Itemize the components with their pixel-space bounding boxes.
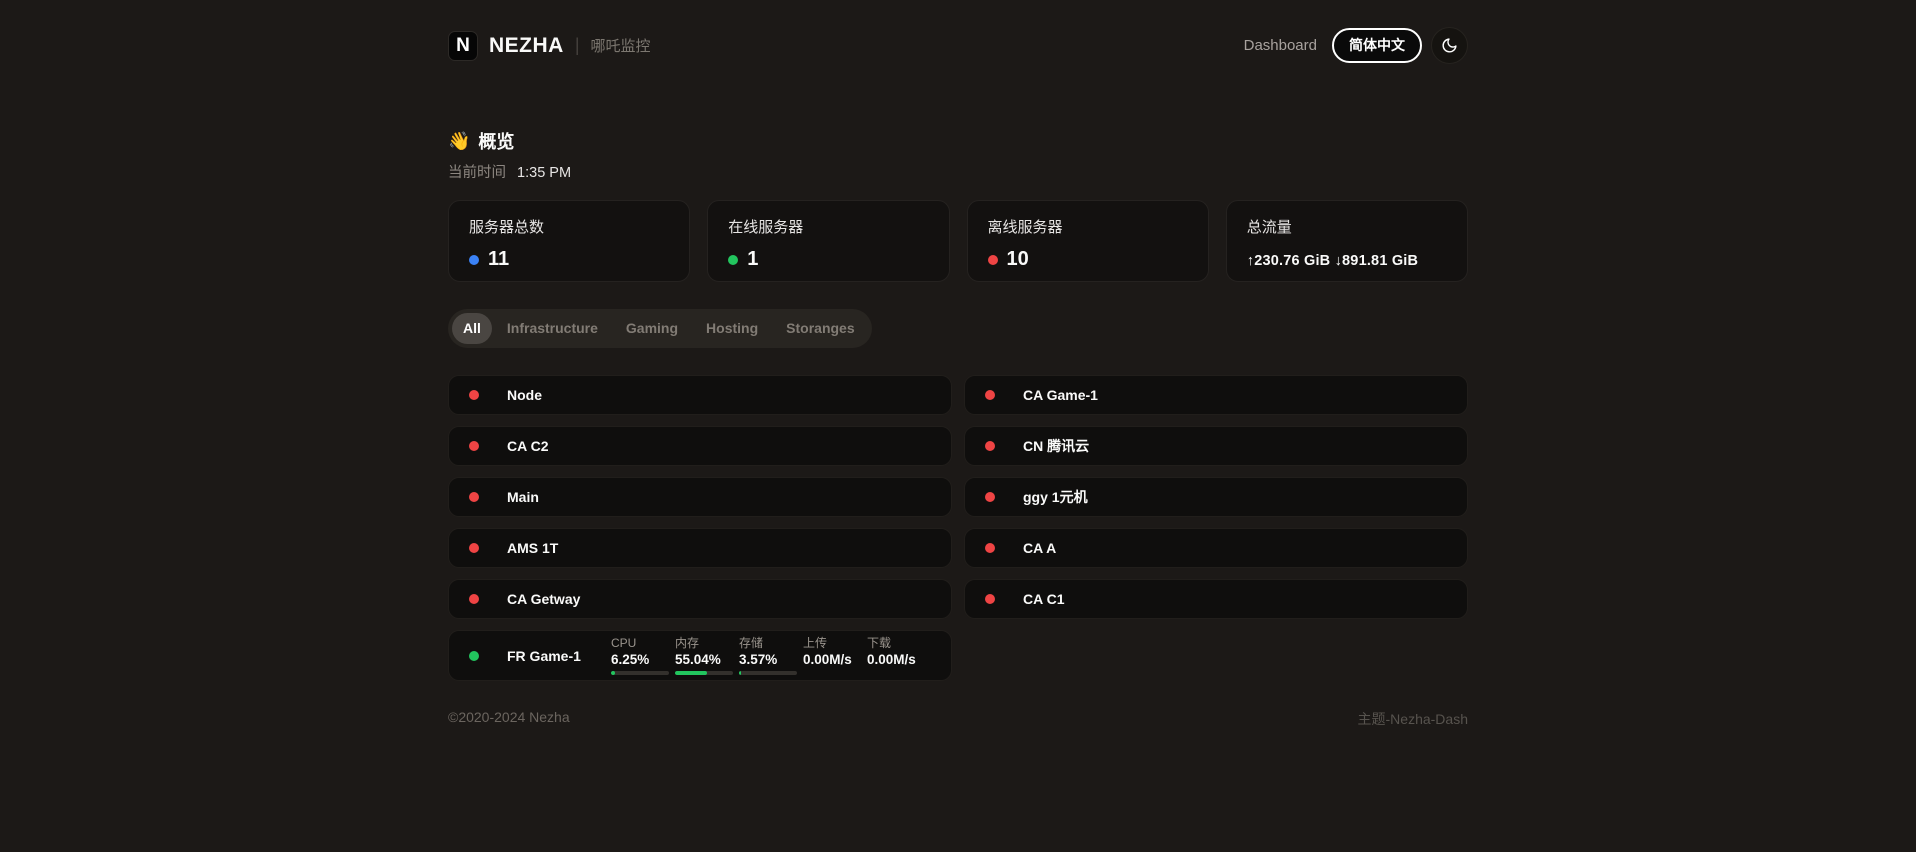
memory-value: 55.04% [675, 652, 739, 668]
header-actions: Dashboard 简体中文 [1244, 27, 1468, 64]
server-name: CA C1 [1023, 591, 1065, 607]
nezha-logo: N [448, 31, 478, 61]
status-dot [469, 543, 479, 553]
brand-group: N NEZHA | 哪吒监控 [448, 31, 651, 61]
traffic-value: ↑230.76 GiB ↓891.81 GiB [1247, 253, 1447, 269]
offline-dot [988, 255, 998, 265]
stat-card-offline-servers: 离线服务器 10 [967, 200, 1209, 282]
upload-label: 上传 [803, 637, 867, 651]
server-name: FR Game-1 [507, 648, 581, 664]
online-dot [728, 255, 738, 265]
dashboard-link[interactable]: Dashboard [1244, 37, 1317, 54]
tab-gaming[interactable]: Gaming [613, 313, 691, 344]
stat-card-value: 11 [488, 248, 509, 271]
server-column-right: CA Game-1 CN 腾讯云 ggy 1元机 CA A CA C1 [964, 375, 1468, 681]
stat-card-label: 总流量 [1247, 216, 1447, 237]
status-dot [469, 390, 479, 400]
server-name: ggy 1元机 [1023, 487, 1088, 507]
server-name: CN 腾讯云 [1023, 436, 1089, 456]
server-name: CA Game-1 [1023, 387, 1098, 403]
storage-bar [739, 671, 797, 675]
cpu-stat: CPU 6.25% [611, 637, 675, 675]
theme-toggle-button[interactable] [1431, 27, 1468, 64]
upload-stat: 上传 0.00M/s [803, 637, 867, 675]
server-row-ca-c2[interactable]: CA C2 [448, 426, 952, 466]
server-row-ca-c1[interactable]: CA C1 [964, 579, 1468, 619]
stat-card-value: 1 [747, 248, 758, 271]
wave-emoji: 👋 [448, 131, 470, 152]
brand-separator: | [575, 35, 580, 56]
page-title: 👋 概览 [448, 128, 1468, 154]
download-stat: 下载 0.00M/s [867, 637, 931, 675]
time-label: 当前时间 [448, 165, 506, 181]
status-dot [985, 543, 995, 553]
storage-stat: 存储 3.57% [739, 637, 803, 675]
stat-card-total-traffic: 总流量 ↑230.76 GiB ↓891.81 GiB [1226, 200, 1468, 282]
copyright-text: ©2020-2024 Nezha [448, 709, 570, 729]
server-row-fr-game-1[interactable]: FR Game-1 CPU 6.25% 内存 55.04% 存储 3.57% [448, 630, 952, 681]
download-label: 下载 [867, 637, 931, 651]
server-name: Node [507, 387, 542, 403]
upload-value: 0.00M/s [803, 652, 867, 668]
stat-card-label: 在线服务器 [728, 216, 928, 237]
memory-label: 内存 [675, 637, 739, 651]
stat-card-label: 服务器总数 [469, 216, 669, 237]
stat-cards: 服务器总数 11 在线服务器 1 离线服务器 10 总流量 ↑230.76 Gi… [448, 200, 1468, 282]
status-dot [985, 390, 995, 400]
theme-link[interactable]: 主题-Nezha-Dash [1358, 709, 1468, 729]
tab-hosting[interactable]: Hosting [693, 313, 771, 344]
server-name: AMS 1T [507, 540, 558, 556]
status-dot [469, 651, 479, 661]
cpu-label: CPU [611, 637, 675, 651]
server-list: Node CA C2 Main AMS 1T CA Getway FR Game… [448, 375, 1468, 681]
status-dot [469, 594, 479, 604]
time-value: 1:35 PM [517, 165, 571, 181]
header: N NEZHA | 哪吒监控 Dashboard 简体中文 [448, 0, 1468, 64]
logo-letter: N [456, 35, 470, 57]
server-row-ggy[interactable]: ggy 1元机 [964, 477, 1468, 517]
status-dot [985, 441, 995, 451]
current-time: 当前时间 1:35 PM [448, 161, 1468, 182]
total-dot [469, 255, 479, 265]
page-title-text: 概览 [478, 128, 514, 154]
language-button[interactable]: 简体中文 [1332, 28, 1422, 63]
stat-card-online-servers: 在线服务器 1 [707, 200, 949, 282]
server-name: Main [507, 489, 539, 505]
memory-bar [675, 671, 733, 675]
memory-stat: 内存 55.04% [675, 637, 739, 675]
tab-infrastructure[interactable]: Infrastructure [494, 313, 611, 344]
stat-card-total-servers: 服务器总数 11 [448, 200, 690, 282]
server-name: CA Getway [507, 591, 580, 607]
storage-label: 存储 [739, 637, 803, 651]
server-row-ca-a[interactable]: CA A [964, 528, 1468, 568]
status-dot [469, 441, 479, 451]
server-row-ca-game-1[interactable]: CA Game-1 [964, 375, 1468, 415]
group-tabbar: All Infrastructure Gaming Hosting Storan… [448, 309, 872, 348]
server-row-main[interactable]: Main [448, 477, 952, 517]
status-dot [469, 492, 479, 502]
brand-subtitle: 哪吒监控 [591, 35, 651, 56]
brand-title: NEZHA [489, 34, 564, 58]
moon-icon [1441, 37, 1458, 54]
stat-card-value: 10 [1007, 248, 1029, 271]
server-stats: CPU 6.25% 内存 55.04% 存储 3.57% [611, 637, 931, 675]
overview-section: 👋 概览 当前时间 1:35 PM [448, 128, 1468, 182]
server-row-ams-1t[interactable]: AMS 1T [448, 528, 952, 568]
download-value: 0.00M/s [867, 652, 931, 668]
tab-storanges[interactable]: Storanges [773, 313, 867, 344]
server-name: CA C2 [507, 438, 549, 454]
tab-all[interactable]: All [452, 313, 492, 344]
stat-card-label: 离线服务器 [988, 216, 1188, 237]
server-row-cn-tencent[interactable]: CN 腾讯云 [964, 426, 1468, 466]
status-dot [985, 492, 995, 502]
server-name: CA A [1023, 540, 1056, 556]
footer: ©2020-2024 Nezha 主题-Nezha-Dash [448, 709, 1468, 729]
status-dot [985, 594, 995, 604]
server-row-node[interactable]: Node [448, 375, 952, 415]
server-row-ca-getway[interactable]: CA Getway [448, 579, 952, 619]
cpu-value: 6.25% [611, 652, 675, 668]
cpu-bar [611, 671, 669, 675]
storage-value: 3.57% [739, 652, 803, 668]
server-column-left: Node CA C2 Main AMS 1T CA Getway FR Game… [448, 375, 952, 681]
